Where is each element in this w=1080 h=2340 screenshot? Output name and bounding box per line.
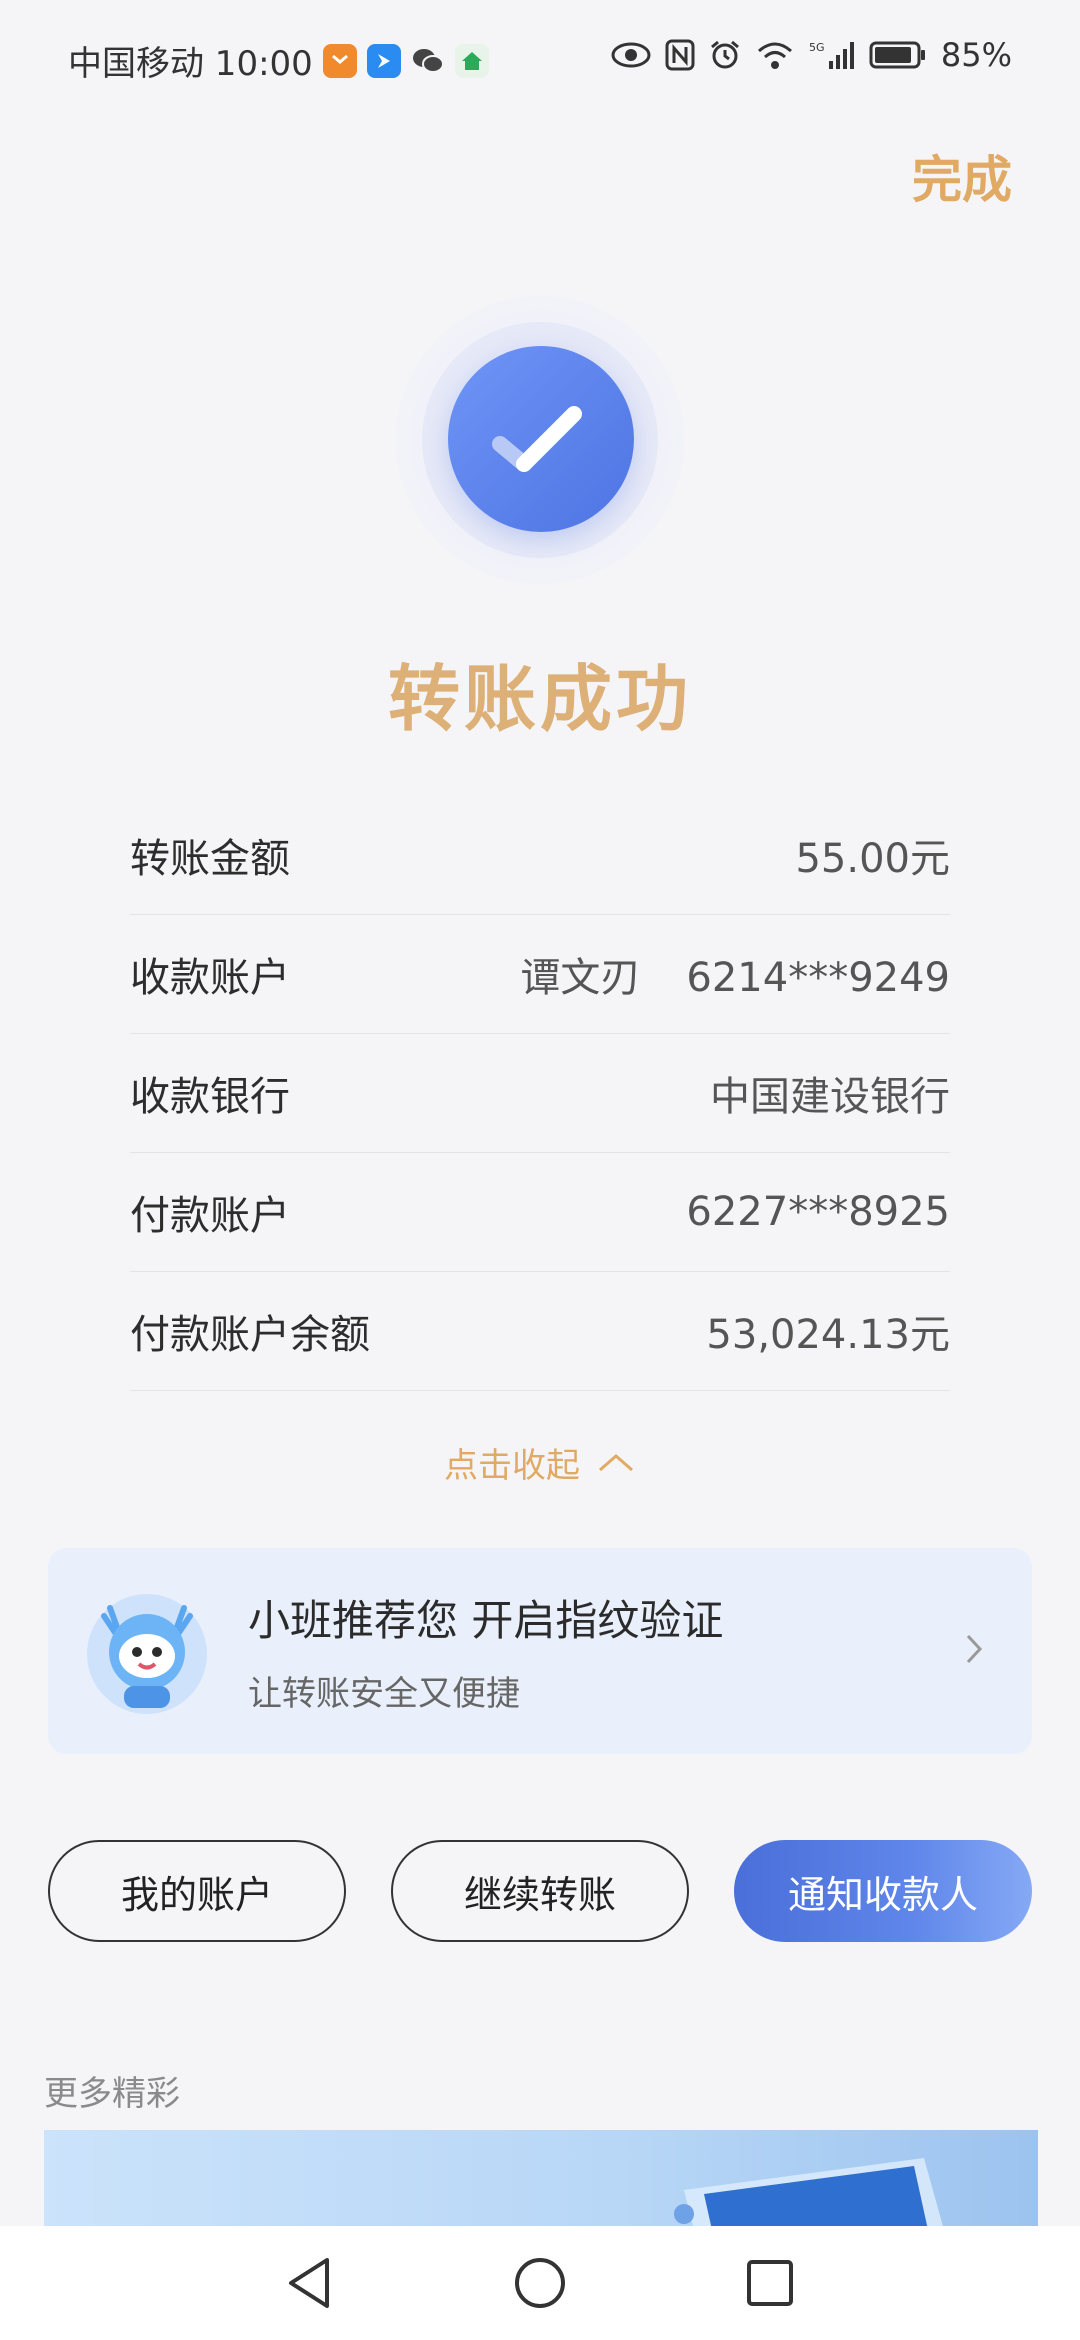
promo-text: 小班推荐您 开启指纹验证 让转账安全又便捷 bbox=[248, 1587, 964, 1715]
detail-label: 付款账户 bbox=[130, 1193, 290, 1239]
carrier-time: 中国移动 10:00 bbox=[68, 44, 313, 84]
wechat-icon bbox=[411, 44, 445, 78]
battery-icon bbox=[869, 40, 927, 70]
app-blue-icon bbox=[366, 43, 401, 78]
done-button[interactable]: 完成 bbox=[912, 140, 1012, 212]
nfc-icon bbox=[665, 39, 695, 71]
svg-text:5G: 5G bbox=[809, 41, 825, 54]
system-nav-bar bbox=[0, 2226, 1080, 2340]
fingerprint-promo-card[interactable]: 小班推荐您 开启指纹验证 让转账安全又便捷 bbox=[48, 1548, 1032, 1754]
payee-account-number: 6214***9249 bbox=[686, 955, 950, 1001]
detail-value: 53,024.13元 bbox=[706, 1312, 950, 1358]
payee-name: 谭文刃 bbox=[520, 955, 641, 1001]
battery-percent: 85% bbox=[940, 36, 1012, 74]
chevron-right-icon bbox=[964, 1632, 984, 1670]
detail-value: 55.00元 bbox=[795, 836, 950, 882]
more-section-label: 更多精彩 bbox=[44, 2074, 180, 2114]
transfer-details: 转账金额 55.00元 收款账户 谭文刃 6214***9249 收款银行 中国建… bbox=[130, 796, 950, 1391]
home-icon[interactable] bbox=[425, 2256, 655, 2310]
app-green-icon bbox=[454, 43, 489, 78]
signal-5g-icon: 5G bbox=[809, 39, 855, 71]
detail-row-payee-bank: 收款银行 中国建设银行 bbox=[130, 1034, 950, 1153]
continue-transfer-button[interactable]: 继续转账 bbox=[391, 1840, 689, 1942]
wifi-icon bbox=[755, 39, 795, 71]
recent-apps-icon[interactable] bbox=[655, 2258, 885, 2308]
status-bar-left: 中国移动 10:00 bbox=[68, 36, 489, 85]
promo-subtitle: 让转账安全又便捷 bbox=[248, 1674, 520, 1714]
detail-value: 6227***8925 bbox=[686, 1189, 950, 1235]
chevron-up-icon bbox=[596, 1443, 636, 1483]
detail-label: 付款账户余额 bbox=[130, 1312, 370, 1358]
detail-label: 收款账户 bbox=[130, 955, 290, 1001]
detail-row-payer-account: 付款账户 6227***8925 bbox=[130, 1153, 950, 1272]
detail-value: 中国建设银行 bbox=[710, 1074, 950, 1120]
collapse-label: 点击收起 bbox=[444, 1446, 580, 1486]
detail-label: 转账金额 bbox=[130, 836, 290, 882]
my-account-button[interactable]: 我的账户 bbox=[48, 1840, 346, 1942]
detail-value-group: 谭文刃 6214***9249 bbox=[520, 945, 950, 1003]
collapse-toggle[interactable]: 点击收起 bbox=[0, 1438, 1080, 1487]
status-bar: 中国移动 10:00 5G 85% bbox=[0, 0, 1080, 120]
notify-payee-button[interactable]: 通知收款人 bbox=[734, 1840, 1032, 1942]
alarm-icon bbox=[709, 39, 741, 71]
check-icon bbox=[448, 346, 634, 532]
action-buttons: 我的账户 继续转账 通知收款人 bbox=[48, 1840, 1032, 1942]
result-title: 转账成功 bbox=[387, 657, 692, 741]
back-icon[interactable] bbox=[195, 2256, 425, 2310]
detail-row-amount: 转账金额 55.00元 bbox=[130, 796, 950, 915]
promo-banner[interactable] bbox=[44, 2130, 1038, 2230]
mascot-avatar bbox=[82, 1586, 212, 1716]
detail-label: 收款银行 bbox=[130, 1074, 290, 1120]
detail-row-payee-account: 收款账户 谭文刃 6214***9249 bbox=[130, 915, 950, 1034]
app-orange-icon bbox=[322, 43, 357, 78]
status-bar-right: 5G 85% bbox=[611, 36, 1012, 74]
eye-icon bbox=[611, 42, 651, 68]
promo-title: 小班推荐您 开启指纹验证 bbox=[248, 1596, 724, 1645]
detail-row-balance: 付款账户余额 53,024.13元 bbox=[130, 1272, 950, 1391]
